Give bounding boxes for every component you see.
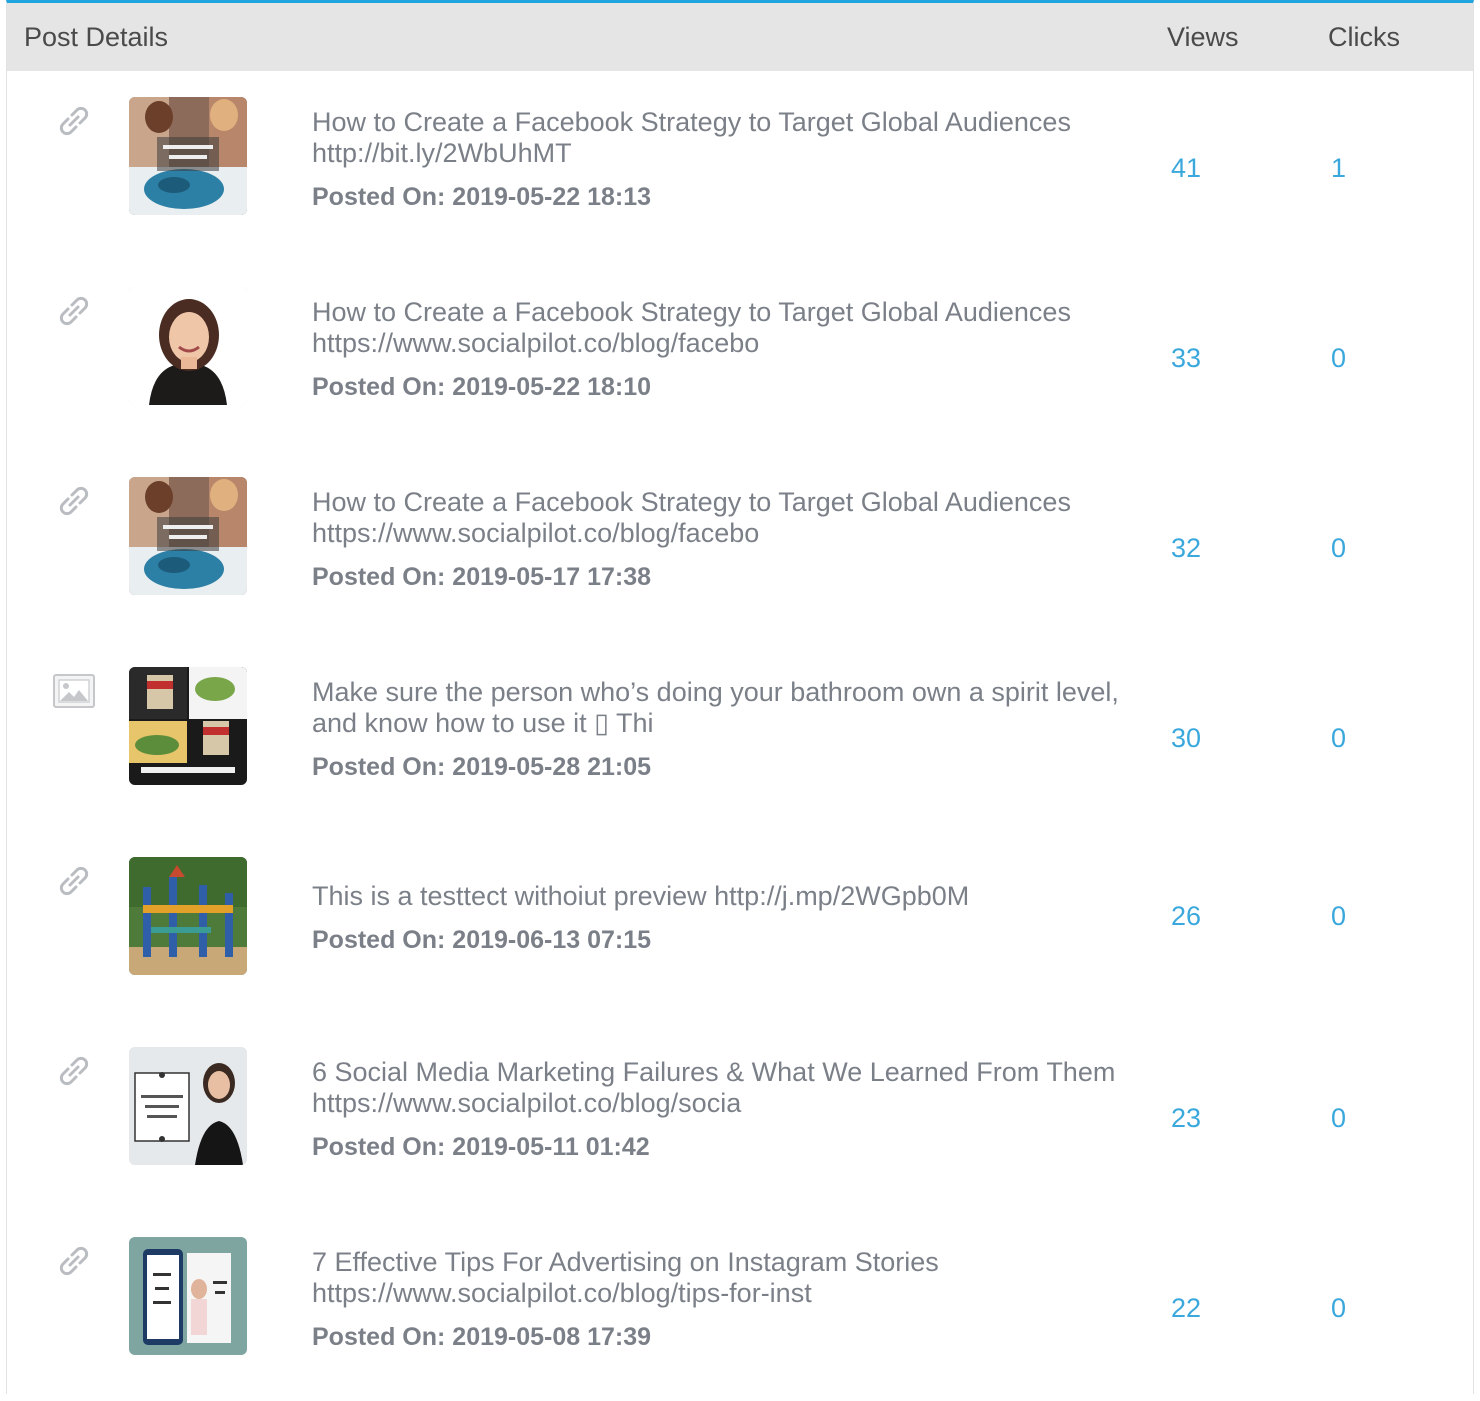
posted-on: Posted On: 2019-05-28 21:05: [312, 753, 1132, 782]
posted-on: Posted On: 2019-06-13 07:15: [312, 926, 1132, 955]
posted-on: Posted On: 2019-05-17 17:38: [312, 563, 1132, 592]
post-link[interactable]: https://www.socialpilot.co/blog/tips-for…: [312, 1278, 1132, 1309]
posted-on: Posted On: 2019-05-08 17:39: [312, 1323, 1132, 1352]
views-count: 22: [1171, 1293, 1202, 1323]
clicks-count: 1: [1331, 153, 1347, 183]
header-views[interactable]: Views: [1167, 22, 1239, 53]
post-analytics-panel: Post Details Views Clicks How to Create …: [6, 0, 1474, 1394]
header-clicks[interactable]: Clicks: [1328, 22, 1400, 53]
posted-on-date: 2019-05-28 21:05: [452, 753, 652, 781]
thumbnail-woman-portrait[interactable]: [129, 287, 247, 405]
post-link[interactable]: https://www.socialpilot.co/blog/socia: [312, 1088, 1132, 1119]
views-count: 33: [1171, 343, 1202, 373]
posted-on: Posted On: 2019-05-22 18:10: [312, 373, 1132, 402]
clicks-count: 0: [1331, 901, 1347, 931]
posted-on-label: Posted On:: [312, 563, 446, 591]
link-icon: [52, 859, 96, 903]
thumbnail-facebook-global-audiences[interactable]: [129, 477, 247, 595]
views-count: 41: [1171, 153, 1202, 183]
thumbnail-shop-online[interactable]: [129, 667, 247, 785]
posted-on-label: Posted On:: [312, 183, 446, 211]
post-title[interactable]: How to Create a Facebook Strategy to Tar…: [312, 487, 1132, 518]
posted-on-date: 2019-05-08 17:39: [452, 1323, 652, 1351]
post-row[interactable]: 6 Social Media Marketing Failures & What…: [7, 1021, 1473, 1211]
posted-on-label: Posted On:: [312, 1323, 446, 1351]
thumbnail-playground[interactable]: [129, 857, 247, 975]
post-text: How to Create a Facebook Strategy to Tar…: [312, 107, 1132, 212]
post-row[interactable]: How to Create a Facebook Strategy to Tar…: [7, 71, 1473, 261]
post-text: Make sure the person who’s doing your ba…: [312, 677, 1132, 782]
views-count: 26: [1171, 901, 1202, 931]
clicks-count: 0: [1331, 723, 1347, 753]
post-title[interactable]: 7 Effective Tips For Advertising on Inst…: [312, 1247, 1132, 1278]
thumbnail-marketing-failures[interactable]: [129, 1047, 247, 1165]
thumbnail-facebook-global-audiences[interactable]: [129, 97, 247, 215]
posted-on-label: Posted On:: [312, 926, 446, 954]
posted-on: Posted On: 2019-05-11 01:42: [312, 1133, 1132, 1162]
post-text: How to Create a Facebook Strategy to Tar…: [312, 487, 1132, 592]
posted-on-date: 2019-06-13 07:15: [452, 926, 652, 954]
posted-on-label: Posted On:: [312, 753, 446, 781]
clicks-count: 0: [1331, 1293, 1347, 1323]
views-count: 30: [1171, 723, 1202, 753]
post-title[interactable]: Make sure the person who’s doing your ba…: [312, 677, 1132, 739]
clicks-count: 0: [1331, 1103, 1347, 1133]
views-count: 32: [1171, 533, 1202, 563]
post-title[interactable]: 6 Social Media Marketing Failures & What…: [312, 1057, 1132, 1088]
clicks-count: 0: [1331, 343, 1347, 373]
post-link[interactable]: https://www.socialpilot.co/blog/facebo: [312, 328, 1132, 359]
post-row[interactable]: This is a testtect withoiut preview http…: [7, 831, 1473, 1021]
post-text: This is a testtect withoiut preview http…: [312, 881, 1132, 955]
clicks-count: 0: [1331, 533, 1347, 563]
post-list: How to Create a Facebook Strategy to Tar…: [7, 71, 1473, 1401]
post-title[interactable]: How to Create a Facebook Strategy to Tar…: [312, 107, 1132, 138]
link-icon: [52, 289, 96, 333]
posted-on: Posted On: 2019-05-22 18:13: [312, 183, 1132, 212]
post-row[interactable]: 7 Effective Tips For Advertising on Inst…: [7, 1211, 1473, 1401]
link-icon: [52, 1239, 96, 1283]
post-row[interactable]: How to Create a Facebook Strategy to Tar…: [7, 451, 1473, 641]
posted-on-date: 2019-05-22 18:10: [452, 373, 652, 401]
thumbnail-instagram-stories[interactable]: [129, 1237, 247, 1355]
post-row[interactable]: How to Create a Facebook Strategy to Tar…: [7, 261, 1473, 451]
posted-on-date: 2019-05-22 18:13: [452, 183, 652, 211]
posted-on-date: 2019-05-11 01:42: [452, 1133, 650, 1161]
table-header: Post Details Views Clicks: [7, 3, 1473, 71]
posted-on-label: Posted On:: [312, 373, 446, 401]
post-text: 7 Effective Tips For Advertising on Inst…: [312, 1247, 1132, 1352]
post-title[interactable]: This is a testtect withoiut preview http…: [312, 881, 1132, 912]
link-icon: [52, 99, 96, 143]
posted-on-label: Posted On:: [312, 1133, 446, 1161]
header-post-details: Post Details: [24, 21, 169, 52]
post-text: How to Create a Facebook Strategy to Tar…: [312, 297, 1132, 402]
post-link[interactable]: http://bit.ly/2WbUhMT: [312, 138, 1132, 169]
link-icon: [52, 479, 96, 523]
link-icon: [52, 1049, 96, 1093]
post-text: 6 Social Media Marketing Failures & What…: [312, 1057, 1132, 1162]
posted-on-date: 2019-05-17 17:38: [452, 563, 652, 591]
image-icon: [52, 669, 96, 713]
post-link[interactable]: https://www.socialpilot.co/blog/facebo: [312, 518, 1132, 549]
post-title[interactable]: How to Create a Facebook Strategy to Tar…: [312, 297, 1132, 328]
views-count: 23: [1171, 1103, 1202, 1133]
post-row[interactable]: Make sure the person who’s doing your ba…: [7, 641, 1473, 831]
